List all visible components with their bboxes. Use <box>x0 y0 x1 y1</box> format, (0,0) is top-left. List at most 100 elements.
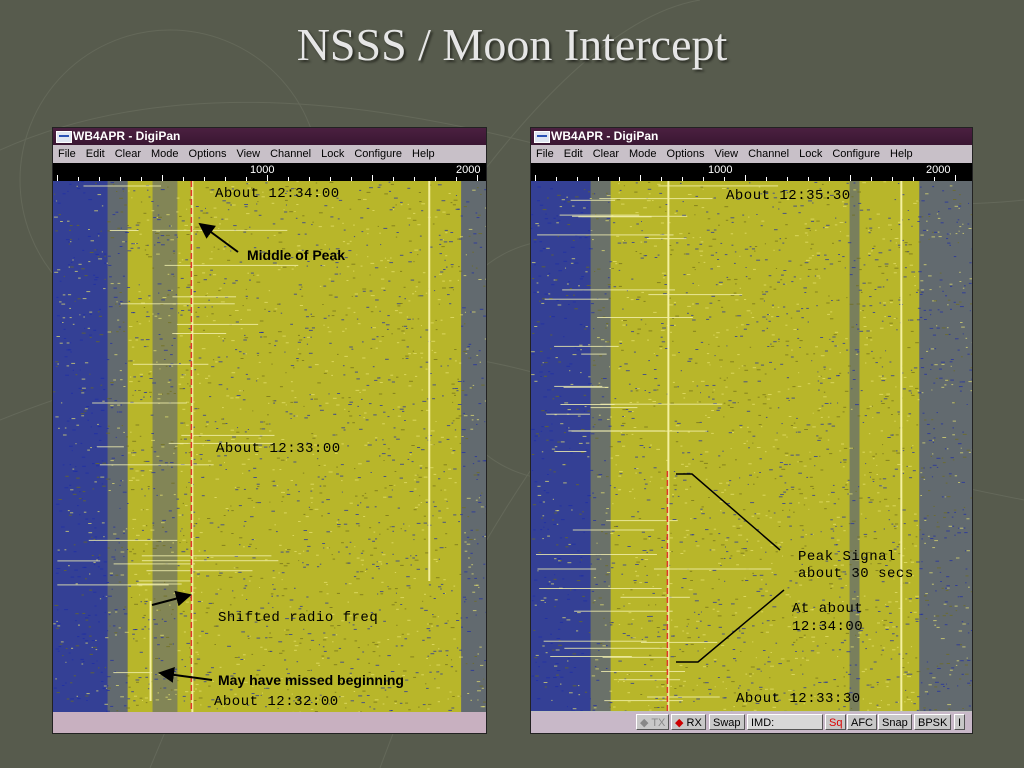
interference-streak <box>96 446 124 448</box>
annotation-at-about: At about <box>792 601 864 617</box>
status-bar: ◆ TX ◆ RX Swap IMD: Sq AFC Snap BPSK I <box>531 712 972 733</box>
interference-streak <box>599 198 713 200</box>
window-titlebar[interactable]: WB4APR - DigiPan <box>53 128 486 145</box>
menu-configure[interactable]: Configure <box>827 145 885 163</box>
noise-band <box>590 181 611 711</box>
interference-streak <box>546 413 590 415</box>
interference-streak <box>535 554 657 555</box>
interference-streak <box>537 234 674 236</box>
menu-file[interactable]: File <box>53 145 81 163</box>
interference-streak <box>83 185 162 187</box>
menu-channel[interactable]: Channel <box>265 145 316 163</box>
menu-help[interactable]: Help <box>407 145 440 163</box>
interference-streak <box>537 568 597 570</box>
menu-edit[interactable]: Edit <box>559 145 588 163</box>
app-icon <box>534 131 550 143</box>
menu-options[interactable]: Options <box>662 145 710 163</box>
interference-streak <box>658 185 779 187</box>
carrier-trace <box>900 181 903 711</box>
menu-options[interactable]: Options <box>184 145 232 163</box>
annotation-shifted-freq: Shifted radio freq <box>218 610 379 626</box>
menu-edit[interactable]: Edit <box>81 145 110 163</box>
interference-streak <box>646 238 687 240</box>
menu-view[interactable]: View <box>709 145 743 163</box>
interference-streak <box>120 303 235 305</box>
interference-streak <box>563 386 609 388</box>
noise-band <box>152 181 178 714</box>
frequency-ruler[interactable]: 1000 2000 <box>531 163 972 181</box>
carrier-trace <box>428 181 431 581</box>
interference-streak <box>141 555 272 557</box>
status-bar <box>53 712 486 733</box>
interference-streak <box>539 588 662 589</box>
menubar: File Edit Clear Mode Options View Channe… <box>53 145 486 163</box>
time-label-top: About 12:35:30 <box>726 188 851 204</box>
interference-streak <box>602 656 669 658</box>
time-label-bottom: About 12:32:00 <box>214 694 339 710</box>
interference-streak <box>590 407 638 409</box>
digipan-window-left[interactable]: WB4APR - DigiPan File Edit Clear Mode Op… <box>52 127 487 734</box>
interference-streak <box>601 671 686 672</box>
menu-clear[interactable]: Clear <box>588 145 624 163</box>
tx-button[interactable]: ◆ TX <box>636 714 670 730</box>
interference-streak <box>544 298 609 300</box>
window-title: WB4APR - DigiPan <box>73 129 181 143</box>
digipan-window-right[interactable]: WB4APR - DigiPan File Edit Clear Mode Op… <box>530 127 973 734</box>
interference-streak <box>555 451 587 452</box>
interference-streak <box>181 434 275 436</box>
waterfall-display[interactable] <box>531 181 972 711</box>
ruler-label-1000: 1000 <box>250 164 275 176</box>
menu-mode[interactable]: Mode <box>146 145 184 163</box>
carrier-trace <box>149 601 152 701</box>
time-label-top: About 12:34:00 <box>215 186 340 202</box>
menu-help[interactable]: Help <box>885 145 918 163</box>
rx-label: RX <box>686 717 702 729</box>
annotation-missed-beginning: May have missed beginning <box>218 672 404 688</box>
menu-view[interactable]: View <box>231 145 265 163</box>
interference-streak <box>564 647 671 649</box>
interference-streak <box>92 402 187 404</box>
swap-button[interactable]: Swap <box>709 714 745 730</box>
interference-streak <box>109 230 139 231</box>
interference-streak <box>152 229 288 231</box>
rx-indicator-icon: ◆ <box>675 717 684 729</box>
frequency-ruler[interactable]: 1000 2000 <box>53 163 486 181</box>
noise-band <box>461 181 486 714</box>
annotation-at-time: 12:34:00 <box>792 619 864 635</box>
window-titlebar[interactable]: WB4APR - DigiPan <box>531 128 972 145</box>
waterfall-canvas <box>531 181 972 711</box>
menu-lock[interactable]: Lock <box>316 145 349 163</box>
interference-streak <box>57 560 101 562</box>
interference-streak <box>560 404 615 405</box>
noise-band <box>919 181 972 711</box>
menu-channel[interactable]: Channel <box>743 145 794 163</box>
interference-streak <box>554 385 603 387</box>
time-label-middle: About 12:33:00 <box>216 441 341 457</box>
interference-streak <box>554 345 619 347</box>
interference-streak <box>543 640 647 642</box>
interference-streak <box>641 641 718 643</box>
annotation-peak-duration: about 30 secs <box>798 566 914 582</box>
interference-streak <box>146 570 253 572</box>
extra-button[interactable]: I <box>954 714 966 730</box>
interference-streak <box>113 672 153 674</box>
menu-mode[interactable]: Mode <box>624 145 662 163</box>
rx-button[interactable]: ◆ RX <box>671 714 706 730</box>
interference-streak <box>172 296 237 298</box>
menu-file[interactable]: File <box>531 145 559 163</box>
interference-streak <box>597 317 693 318</box>
mode-bpsk-button[interactable]: BPSK <box>914 714 952 730</box>
squelch-button[interactable]: Sq <box>825 714 847 730</box>
interference-streak <box>562 289 676 291</box>
interference-streak <box>620 596 690 598</box>
menubar: File Edit Clear Mode Options View Channe… <box>531 145 972 163</box>
menu-clear[interactable]: Clear <box>110 145 146 163</box>
afc-button[interactable]: AFC <box>847 714 877 730</box>
snap-button[interactable]: Snap <box>878 714 912 730</box>
menu-configure[interactable]: Configure <box>349 145 407 163</box>
carrier-trace <box>667 181 670 711</box>
interference-streak <box>570 199 616 201</box>
interference-streak <box>581 353 607 355</box>
noise-band <box>53 181 108 714</box>
menu-lock[interactable]: Lock <box>794 145 827 163</box>
